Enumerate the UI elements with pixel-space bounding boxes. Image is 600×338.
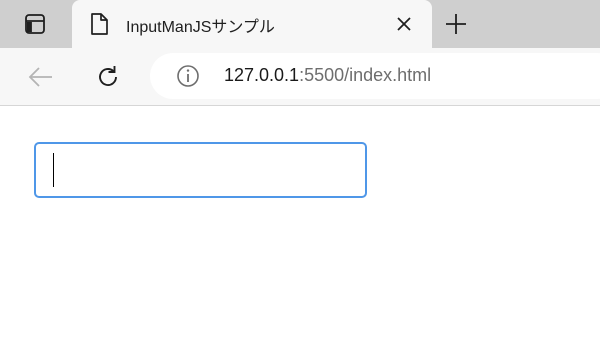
info-icon[interactable]	[176, 64, 200, 88]
reload-icon	[99, 66, 117, 86]
address-path: :5500/index.html	[299, 65, 432, 85]
close-icon	[397, 17, 411, 31]
back-button[interactable]	[24, 60, 58, 94]
back-arrow-icon	[28, 67, 52, 87]
close-tab-button[interactable]	[390, 10, 418, 38]
browser-toolbar: 127.0.0.1:5500/index.html	[0, 48, 600, 106]
tab-strip: InputManJSサンプル	[0, 0, 600, 48]
text-input[interactable]	[34, 142, 367, 198]
address-url: 127.0.0.1:5500/index.html	[224, 65, 431, 86]
plus-icon	[446, 14, 466, 34]
tab-actions-icon	[25, 14, 45, 34]
tab-actions-button[interactable]	[4, 4, 66, 44]
page-icon	[91, 13, 108, 35]
address-bar[interactable]: 127.0.0.1:5500/index.html	[150, 53, 600, 99]
new-tab-button[interactable]	[440, 8, 472, 40]
reload-button[interactable]	[91, 60, 125, 94]
text-caret	[53, 153, 54, 187]
tab-active[interactable]: InputManJSサンプル	[72, 0, 432, 48]
tab-title: InputManJSサンプル	[126, 19, 275, 36]
address-host: 127.0.0.1	[224, 65, 300, 85]
